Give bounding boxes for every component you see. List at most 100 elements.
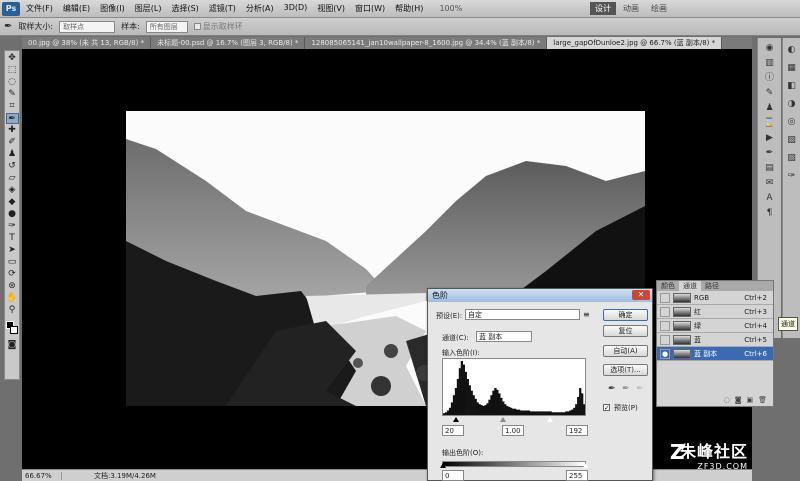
ok-button[interactable]: 确定	[603, 309, 648, 321]
tab-paths[interactable]: 路径	[701, 281, 723, 291]
show-sampling-ring-checkbox[interactable]: 显示取样环	[193, 21, 243, 32]
preset-select[interactable]: 自定	[465, 309, 580, 320]
eyedropper-tool-preset-icon[interactable]: ✒	[4, 21, 12, 32]
visibility-toggle[interactable]	[660, 320, 670, 331]
healing-brush-tool-icon[interactable]: ✚	[6, 125, 19, 136]
eraser-tool-icon[interactable]: ▱	[6, 173, 19, 184]
preview-checkbox[interactable]: ✓	[603, 404, 610, 412]
document-tab[interactable]: 00.jpg @ 38% (未 共 13, RGB/8) *	[22, 37, 152, 49]
paragraph-panel-icon[interactable]: ¶	[763, 207, 777, 219]
clone-stamp-tool-icon[interactable]: ♟	[6, 149, 19, 160]
background-color-swatch[interactable]	[10, 326, 18, 334]
visibility-toggle[interactable]	[660, 292, 670, 303]
menu-edit[interactable]: 编辑(E)	[61, 2, 92, 15]
blur-tool-icon[interactable]: ◆	[6, 197, 19, 208]
gray-point-eyedropper-icon[interactable]: ✒	[622, 384, 630, 394]
sample-size-select[interactable]: 取样点	[59, 20, 116, 33]
output-white-field[interactable]: 255	[566, 470, 588, 481]
menu-window[interactable]: 窗口(W)	[353, 2, 387, 15]
quick-mask-icon[interactable]: ◙	[6, 340, 19, 351]
black-point-eyedropper-icon[interactable]: ✒	[608, 384, 616, 394]
tab-channels[interactable]: 通道	[679, 281, 701, 291]
brushes-panel-icon[interactable]: ✎	[763, 87, 777, 99]
document-tab[interactable]: 128085065141_jan10wallpaper-8_1600.jpg @…	[305, 37, 548, 49]
input-white-field[interactable]: 192	[566, 425, 588, 436]
document-tab-active[interactable]: large_gapOfDunloe2.jpg @ 66.7% (蓝 副本/8) …	[547, 37, 723, 49]
3d-orbit-tool-icon[interactable]: ⊛	[6, 281, 19, 292]
load-selection-icon[interactable]: ◌	[724, 396, 730, 406]
output-black-field[interactable]: 0	[442, 470, 464, 481]
channel-row-blue-copy[interactable]: ● 蓝 副本 Ctrl+6	[657, 347, 773, 361]
close-icon[interactable]: ✕	[632, 290, 650, 300]
masks-panel-icon[interactable]: ◎	[785, 116, 798, 129]
hand-tool-icon[interactable]: ✋	[6, 293, 19, 304]
channel-row-blue[interactable]: 蓝 Ctrl+5	[657, 333, 773, 347]
visibility-toggle[interactable]	[660, 306, 670, 317]
brush-tool-icon[interactable]: ✐	[6, 137, 19, 148]
document-tab[interactable]: 未标题-00.psd @ 16.7% (图层 3, RGB/8) *	[151, 37, 306, 49]
pen-tool-icon[interactable]: ✑	[6, 221, 19, 232]
layers-panel-icon[interactable]: ▧	[785, 134, 798, 147]
channel-select[interactable]: 蓝 副本	[476, 331, 532, 342]
menu-select[interactable]: 选择(S)	[169, 2, 200, 15]
paths-panel-icon[interactable]: ✑	[785, 170, 798, 183]
layer-comps-panel-icon[interactable]: ▤	[763, 162, 777, 174]
menu-layer[interactable]: 图层(L)	[133, 2, 164, 15]
type-tool-icon[interactable]: T	[6, 233, 19, 244]
zoom-tool-icon[interactable]: ⚲	[6, 305, 19, 316]
color-panel-icon[interactable]: ◐	[785, 44, 798, 57]
sample-select[interactable]: 所有图层	[145, 20, 188, 33]
input-black-slider[interactable]	[453, 417, 459, 422]
reset-button[interactable]: 复位	[603, 325, 648, 337]
output-black-slider[interactable]	[440, 463, 446, 468]
channels-panel-icon[interactable]: ▨	[785, 152, 798, 165]
new-channel-icon[interactable]: ▣	[746, 396, 753, 406]
info-panel-icon[interactable]: ⓘ	[763, 72, 777, 84]
channel-row-green[interactable]: 绿 Ctrl+4	[657, 319, 773, 333]
shape-tool-icon[interactable]: ▭	[6, 257, 19, 268]
levels-dialog-titlebar[interactable]: 色阶 ✕	[428, 289, 652, 302]
actions-panel-icon[interactable]: ▶	[763, 132, 777, 144]
character-panel-icon[interactable]: A	[763, 192, 777, 204]
white-point-eyedropper-icon[interactable]: ✒	[636, 384, 644, 394]
channel-row-red[interactable]: 红 Ctrl+3	[657, 305, 773, 319]
input-gamma-field[interactable]: 1.00	[502, 425, 524, 436]
menu-file[interactable]: 文件(F)	[24, 2, 55, 15]
history-panel-icon[interactable]: ⌛	[763, 117, 777, 129]
visibility-toggle[interactable]	[660, 334, 670, 345]
3d-rotate-tool-icon[interactable]: ⟳	[6, 269, 19, 280]
history-brush-tool-icon[interactable]: ↺	[6, 161, 19, 172]
eye-icon[interactable]: ●	[660, 348, 670, 359]
paint-bucket-tool-icon[interactable]: ◈	[6, 185, 19, 196]
menu-image[interactable]: 图像(I)	[98, 2, 127, 15]
options-button[interactable]: 选项(T)...	[603, 364, 648, 376]
document-size-readout[interactable]: 文档:3.19M/4.26M	[62, 471, 156, 481]
delete-channel-icon[interactable]: 🗑	[758, 396, 767, 406]
menu-filter[interactable]: 滤镜(T)	[207, 2, 238, 15]
marquee-tool-icon[interactable]: ⬚	[6, 65, 19, 76]
input-gamma-slider[interactable]	[500, 417, 506, 422]
menu-analysis[interactable]: 分析(A)	[244, 2, 276, 15]
navigator-panel-icon[interactable]: ◉	[763, 42, 777, 54]
menu-help[interactable]: 帮助(H)	[393, 2, 425, 15]
adjustments-panel-icon[interactable]: ◑	[785, 98, 798, 111]
zoom-level-select[interactable]: 100%	[439, 4, 462, 13]
output-white-slider[interactable]	[583, 463, 589, 468]
input-white-slider[interactable]	[547, 417, 553, 422]
menu-view[interactable]: 视图(V)	[315, 2, 347, 15]
styles-panel-icon[interactable]: ◧	[785, 80, 798, 93]
preset-options-icon[interactable]: ≡	[583, 310, 590, 319]
zoom-readout[interactable]: 66.67%	[22, 471, 62, 480]
swatches-panel-icon[interactable]: ▦	[785, 62, 798, 75]
dodge-tool-icon[interactable]: ●	[6, 209, 19, 220]
eyedropper-tool-icon[interactable]: ✒	[5, 113, 19, 124]
color-swatches[interactable]	[6, 321, 18, 335]
save-selection-icon[interactable]: ◙	[735, 396, 742, 406]
clone-source-panel-icon[interactable]: ♟	[763, 102, 777, 114]
workspace-design[interactable]: 设计	[590, 2, 616, 15]
lasso-tool-icon[interactable]: ◌	[6, 77, 19, 88]
input-black-field[interactable]: 20	[442, 425, 464, 436]
histogram-panel-icon[interactable]: ▥	[763, 57, 777, 69]
path-selection-tool-icon[interactable]: ➤	[6, 245, 19, 256]
menu-3d[interactable]: 3D(D)	[282, 2, 310, 15]
